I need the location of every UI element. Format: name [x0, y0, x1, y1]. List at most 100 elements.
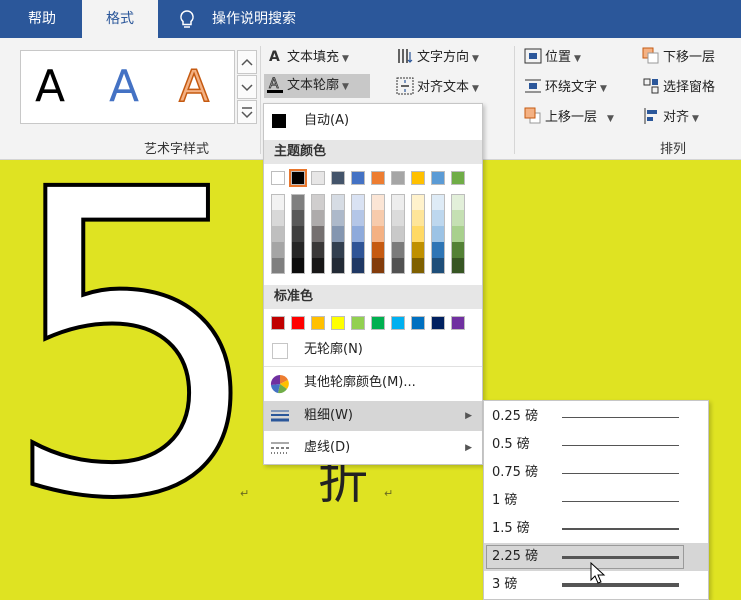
- theme-shade-swatch[interactable]: [311, 210, 325, 226]
- bring-forward-button[interactable]: 上移一层 ▼: [524, 106, 614, 130]
- standard-color-swatch[interactable]: [411, 316, 425, 330]
- wrap-text-button[interactable]: 环绕文字 ▼: [524, 76, 607, 100]
- theme-shade-swatch[interactable]: [351, 258, 365, 274]
- theme-shade-swatch[interactable]: [391, 210, 405, 226]
- standard-color-swatch[interactable]: [371, 316, 385, 330]
- theme-shade-swatch[interactable]: [331, 258, 345, 274]
- weight-option[interactable]: 0.5 磅: [484, 431, 708, 459]
- text-direction-button[interactable]: 文字方向 ▼: [396, 46, 479, 70]
- theme-shade-swatch[interactable]: [451, 210, 465, 226]
- theme-shade-swatch[interactable]: [431, 258, 445, 274]
- standard-color-swatch[interactable]: [271, 316, 285, 330]
- theme-color-swatch[interactable]: [331, 171, 345, 185]
- theme-shade-swatch[interactable]: [291, 226, 305, 242]
- weight-option[interactable]: 1.5 磅: [484, 515, 708, 543]
- theme-shade-swatch[interactable]: [271, 194, 285, 210]
- standard-color-swatch[interactable]: [331, 316, 345, 330]
- standard-color-swatch[interactable]: [311, 316, 325, 330]
- menu-item-more-colors[interactable]: 其他轮廓颜色(M)...: [264, 368, 482, 398]
- position-button[interactable]: 位置 ▼: [524, 46, 581, 70]
- weight-option[interactable]: 0.75 磅: [484, 459, 708, 487]
- weight-option[interactable]: 1 磅: [484, 487, 708, 515]
- theme-shade-swatch[interactable]: [391, 226, 405, 242]
- theme-shade-swatch[interactable]: [271, 258, 285, 274]
- theme-shade-swatch[interactable]: [271, 210, 285, 226]
- theme-shade-swatch[interactable]: [311, 242, 325, 258]
- theme-shade-swatch[interactable]: [451, 226, 465, 242]
- standard-color-swatch[interactable]: [451, 316, 465, 330]
- theme-shade-swatch[interactable]: [331, 210, 345, 226]
- theme-color-swatch[interactable]: [289, 169, 307, 187]
- theme-color-swatch[interactable]: [451, 171, 465, 185]
- standard-color-swatch[interactable]: [291, 316, 305, 330]
- wordart-style-black[interactable]: A: [35, 59, 65, 115]
- theme-shade-swatch[interactable]: [291, 258, 305, 274]
- wordart-style-blue[interactable]: A: [109, 59, 139, 115]
- tab-format[interactable]: 格式: [82, 0, 158, 38]
- theme-shade-swatch[interactable]: [411, 242, 425, 258]
- text-outline-button[interactable]: A 文本轮廓 ▼: [264, 74, 370, 98]
- align-text-button[interactable]: 对齐文本 ▼: [396, 76, 479, 100]
- menu-item-dashes[interactable]: 虚线(D) ▶: [264, 433, 482, 463]
- theme-shade-swatch[interactable]: [391, 242, 405, 258]
- theme-shade-swatch[interactable]: [311, 258, 325, 274]
- theme-shade-swatch[interactable]: [431, 242, 445, 258]
- text-fill-button[interactable]: A 文本填充 ▼: [266, 46, 349, 70]
- theme-shade-swatch[interactable]: [411, 226, 425, 242]
- lightbulb-icon[interactable]: [178, 9, 196, 31]
- theme-shade-swatch[interactable]: [371, 258, 385, 274]
- theme-shade-swatch[interactable]: [451, 194, 465, 210]
- theme-shade-swatch[interactable]: [271, 242, 285, 258]
- theme-shade-swatch[interactable]: [291, 194, 305, 210]
- theme-shade-swatch[interactable]: [291, 242, 305, 258]
- theme-shade-swatch[interactable]: [351, 226, 365, 242]
- theme-color-swatch[interactable]: [371, 171, 385, 185]
- theme-shade-swatch[interactable]: [391, 194, 405, 210]
- theme-color-swatch[interactable]: [411, 171, 425, 185]
- theme-shade-swatch[interactable]: [331, 194, 345, 210]
- standard-color-swatch[interactable]: [351, 316, 365, 330]
- gallery-scroll-down[interactable]: [237, 75, 257, 99]
- theme-color-swatch[interactable]: [311, 171, 325, 185]
- theme-shade-swatch[interactable]: [371, 242, 385, 258]
- theme-shade-swatch[interactable]: [351, 194, 365, 210]
- tab-help[interactable]: 帮助: [28, 0, 56, 38]
- theme-shade-swatch[interactable]: [431, 210, 445, 226]
- standard-color-swatch[interactable]: [431, 316, 445, 330]
- menu-item-auto[interactable]: 自动(A): [264, 106, 482, 136]
- theme-shade-swatch[interactable]: [431, 226, 445, 242]
- theme-shade-swatch[interactable]: [291, 210, 305, 226]
- theme-shade-swatch[interactable]: [331, 242, 345, 258]
- wordart-shape[interactable]: 5: [0, 161, 260, 521]
- gallery-more[interactable]: [237, 100, 257, 124]
- tell-me-search[interactable]: 操作说明搜索: [212, 0, 296, 38]
- theme-color-swatch[interactable]: [391, 171, 405, 185]
- theme-shade-swatch[interactable]: [411, 258, 425, 274]
- theme-shade-swatch[interactable]: [411, 194, 425, 210]
- theme-shade-swatch[interactable]: [271, 226, 285, 242]
- theme-shade-swatch[interactable]: [451, 242, 465, 258]
- theme-shade-swatch[interactable]: [311, 194, 325, 210]
- theme-shade-swatch[interactable]: [451, 258, 465, 274]
- theme-shade-swatch[interactable]: [331, 226, 345, 242]
- gallery-scroll-up[interactable]: [237, 50, 257, 74]
- align-button[interactable]: 对齐 ▼: [642, 106, 699, 130]
- theme-color-swatch[interactable]: [431, 171, 445, 185]
- wordart-gallery[interactable]: A A A: [20, 50, 235, 124]
- theme-shade-swatch[interactable]: [371, 194, 385, 210]
- theme-color-swatch[interactable]: [351, 171, 365, 185]
- theme-shade-swatch[interactable]: [351, 210, 365, 226]
- standard-color-swatch[interactable]: [391, 316, 405, 330]
- weight-option[interactable]: 0.25 磅: [484, 403, 708, 431]
- send-backward-button[interactable]: 下移一层: [642, 46, 715, 70]
- menu-item-weight[interactable]: 粗细(W) ▶: [264, 401, 482, 431]
- theme-shade-swatch[interactable]: [371, 226, 385, 242]
- theme-color-swatch[interactable]: [271, 171, 285, 185]
- theme-shade-swatch[interactable]: [411, 210, 425, 226]
- theme-shade-swatch[interactable]: [391, 258, 405, 274]
- wordart-style-orange[interactable]: A: [178, 59, 210, 115]
- menu-item-no-outline[interactable]: 无轮廓(N): [264, 335, 482, 365]
- theme-shade-swatch[interactable]: [371, 210, 385, 226]
- theme-shade-swatch[interactable]: [431, 194, 445, 210]
- theme-shade-swatch[interactable]: [351, 242, 365, 258]
